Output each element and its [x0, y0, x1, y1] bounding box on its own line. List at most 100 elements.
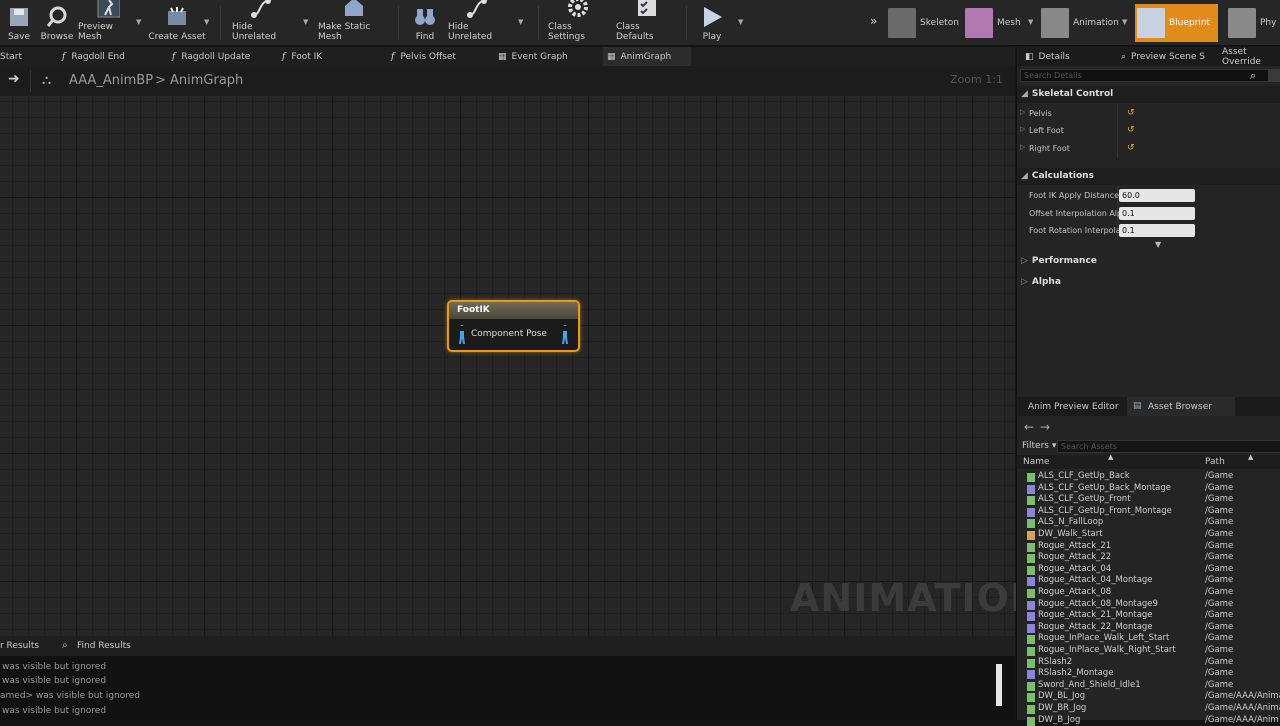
browse-button[interactable]: Browse [40, 0, 74, 46]
list-item[interactable]: DW_B_Jog/Game/AAA/Anim [1017, 715, 1280, 726]
hide-unrelated-button-2[interactable]: Hide Unrelated [448, 0, 508, 46]
chevron-right-icon[interactable]: » [870, 14, 877, 28]
expand-arrow-icon: ▷ [1021, 277, 1028, 287]
tab-animgraph[interactable]: ▦ AnimGraph [603, 47, 692, 66]
list-item[interactable]: Rogue_InPlace_Walk_Right_Start/Game [1017, 645, 1280, 657]
col-name[interactable]: Name [1023, 457, 1050, 467]
hide-unrelated-dropdown-icon[interactable]: ▼ [518, 18, 523, 26]
numeric-input[interactable]: 0.1 [1119, 224, 1195, 237]
list-item[interactable]: Sword_And_Shield_Idle1/Game [1017, 680, 1280, 692]
asset-search-input[interactable]: Search Assets [1057, 440, 1280, 453]
list-item[interactable]: Rogue_Attack_22_Montage/Game [1017, 622, 1280, 634]
class-settings-button[interactable]: Class Settings [548, 0, 608, 46]
hide-unrelated-button[interactable]: Hide Unrelated [232, 0, 292, 46]
list-item[interactable]: ALS_CLF_GetUp_Front/Game [1017, 494, 1280, 506]
back-arrow-icon[interactable]: ➜ [8, 71, 20, 87]
list-item[interactable]: DW_BR_Jog/Game/AAA/Anima [1017, 703, 1280, 715]
tab-start[interactable]: Start [0, 47, 22, 66]
create-asset-label: Create Asset [148, 32, 206, 42]
save-button[interactable]: Save [4, 0, 34, 46]
mode-mesh[interactable]: Mesh [965, 6, 1021, 40]
tab-ragdoll-update[interactable]: f Ragdoll Update [172, 47, 250, 66]
tab-asset-browser[interactable]: ▤ Asset Browser [1127, 397, 1235, 416]
forward-icon[interactable]: → [1040, 420, 1050, 434]
mode-animation[interactable]: Animation [1041, 6, 1119, 40]
hide-unrelated-dropdown-icon[interactable]: ▼ [303, 18, 308, 26]
reset-icon[interactable]: ↺ [1127, 143, 1135, 153]
list-item[interactable]: Rogue_Attack_08/Game [1017, 587, 1280, 599]
tab-asset-override[interactable]: Asset Override [1222, 47, 1280, 67]
list-item[interactable]: Rogue_Attack_04/Game [1017, 564, 1280, 576]
list-item[interactable]: DW_BL_Jog/Game/AAA/Anima [1017, 691, 1280, 703]
list-item[interactable]: Rogue_Attack_22/Game [1017, 552, 1280, 564]
tab-label: Asset Browser [1148, 402, 1212, 412]
mode-physics[interactable]: Phy [1228, 6, 1276, 40]
input-pose-pin-icon[interactable] [457, 325, 467, 345]
asset-path: /Game [1205, 610, 1234, 621]
back-icon[interactable]: ← [1024, 420, 1034, 434]
view-options-icon[interactable] [1268, 69, 1280, 82]
col-path[interactable]: Path [1205, 457, 1225, 467]
list-item[interactable]: Rogue_Attack_21/Game [1017, 541, 1280, 553]
preview-mesh-dropdown-icon[interactable]: ▼ [136, 18, 141, 26]
category-calculations[interactable]: ◢ Calculations [1017, 168, 1280, 185]
list-item[interactable]: ALS_CLF_GetUp_Back/Game [1017, 471, 1280, 483]
mesh-dropdown-icon[interactable]: ▼ [1028, 18, 1033, 26]
tab-anim-preview-editor[interactable]: Anim Preview Editor [1028, 402, 1119, 412]
tab-details[interactable]: ◧ Details [1025, 47, 1070, 66]
scrollbar[interactable] [996, 664, 1002, 706]
class-defaults-button[interactable]: Class Defaults [616, 0, 678, 46]
breadcrumb-separator: > [155, 73, 166, 88]
tab-find-results[interactable]: Find Results [77, 641, 131, 651]
asset-name: Rogue_Attack_08_Montage9 [1038, 598, 1158, 609]
reset-icon[interactable]: ↺ [1127, 108, 1135, 118]
list-item[interactable]: ALS_CLF_GetUp_Back_Montage/Game [1017, 483, 1280, 495]
animation-dropdown-icon[interactable]: ▼ [1122, 18, 1127, 26]
show-advanced-arrow-icon[interactable]: ▼ [1155, 240, 1161, 249]
filters-button[interactable]: Filters ▾ [1022, 441, 1056, 451]
prop-right-foot[interactable]: ▷ Right Foot ↺ [1017, 140, 1280, 157]
category-performance[interactable]: ▷ Performance [1017, 253, 1280, 270]
numeric-input[interactable]: 0.1 [1119, 207, 1195, 220]
anim-graph-canvas[interactable] [0, 96, 1015, 636]
numeric-input[interactable]: 60.0 [1119, 189, 1195, 202]
preview-mesh-button[interactable]: Preview Mesh [78, 0, 138, 46]
category-label: Calculations [1031, 171, 1094, 181]
asset-name: ALS_CLF_GetUp_Front_Montage [1038, 505, 1172, 516]
details-search-input[interactable]: Search Details [1020, 69, 1278, 82]
play-dropdown-icon[interactable]: ▼ [738, 18, 743, 26]
list-item[interactable]: Rogue_Attack_21_Montage/Game [1017, 610, 1280, 622]
create-asset-button[interactable]: Create Asset [148, 0, 206, 46]
tab-pelvis-offset[interactable]: f Pelvis Offset [391, 47, 456, 66]
mode-blueprint[interactable]: Blueprint [1135, 4, 1219, 42]
list-item[interactable]: Rogue_InPlace_Walk_Left_Start/Game [1017, 633, 1280, 645]
list-item[interactable]: ALS_N_FallLoop/Game [1017, 517, 1280, 529]
play-button[interactable]: Play [696, 0, 728, 46]
binoculars-icon [413, 5, 437, 29]
list-item[interactable]: DW_Walk_Start/Game [1017, 529, 1280, 541]
output-pose-pin-icon[interactable] [560, 325, 570, 345]
tab-ragdoll-end[interactable]: f Ragdoll End [62, 47, 125, 66]
reset-icon[interactable]: ↺ [1127, 125, 1135, 135]
breadcrumb-root[interactable]: AAA_AnimBP [69, 73, 153, 88]
category-alpha[interactable]: ▷ Alpha [1017, 274, 1280, 291]
mode-skeleton[interactable]: Skeleton [888, 6, 959, 40]
find-button[interactable]: Find [410, 0, 440, 46]
tab-event-graph[interactable]: ▦ Event Graph [498, 47, 568, 66]
tab-foot-ik[interactable]: f Foot IK [282, 47, 322, 66]
asset-name: RSlash2_Montage [1038, 668, 1114, 679]
prop-left-foot[interactable]: ▷ Left Foot ↺ [1017, 122, 1280, 139]
prop-pelvis[interactable]: ▷ Pelvis ↺ [1017, 105, 1280, 122]
tab-preview-scene[interactable]: ⌕ Preview Scene S [1121, 47, 1205, 66]
tab-compiler-results[interactable]: r Results [0, 641, 39, 651]
category-skeletal-control[interactable]: ◢ Skeletal Control [1017, 86, 1280, 103]
create-asset-dropdown-icon[interactable]: ▼ [204, 18, 209, 26]
foot-ik-node[interactable]: FootIK Component Pose [447, 300, 580, 352]
make-static-mesh-button[interactable]: Make Static Mesh [318, 0, 390, 46]
list-item[interactable]: Rogue_Attack_08_Montage9/Game [1017, 599, 1280, 611]
list-item[interactable]: RSlash2_Montage/Game [1017, 668, 1280, 680]
list-item[interactable]: RSlash2/Game [1017, 657, 1280, 669]
list-item[interactable]: Rogue_Attack_04_Montage/Game [1017, 575, 1280, 587]
list-item[interactable]: ALS_CLF_GetUp_Front_Montage/Game [1017, 506, 1280, 518]
skeleton-thumbnail [888, 8, 916, 38]
